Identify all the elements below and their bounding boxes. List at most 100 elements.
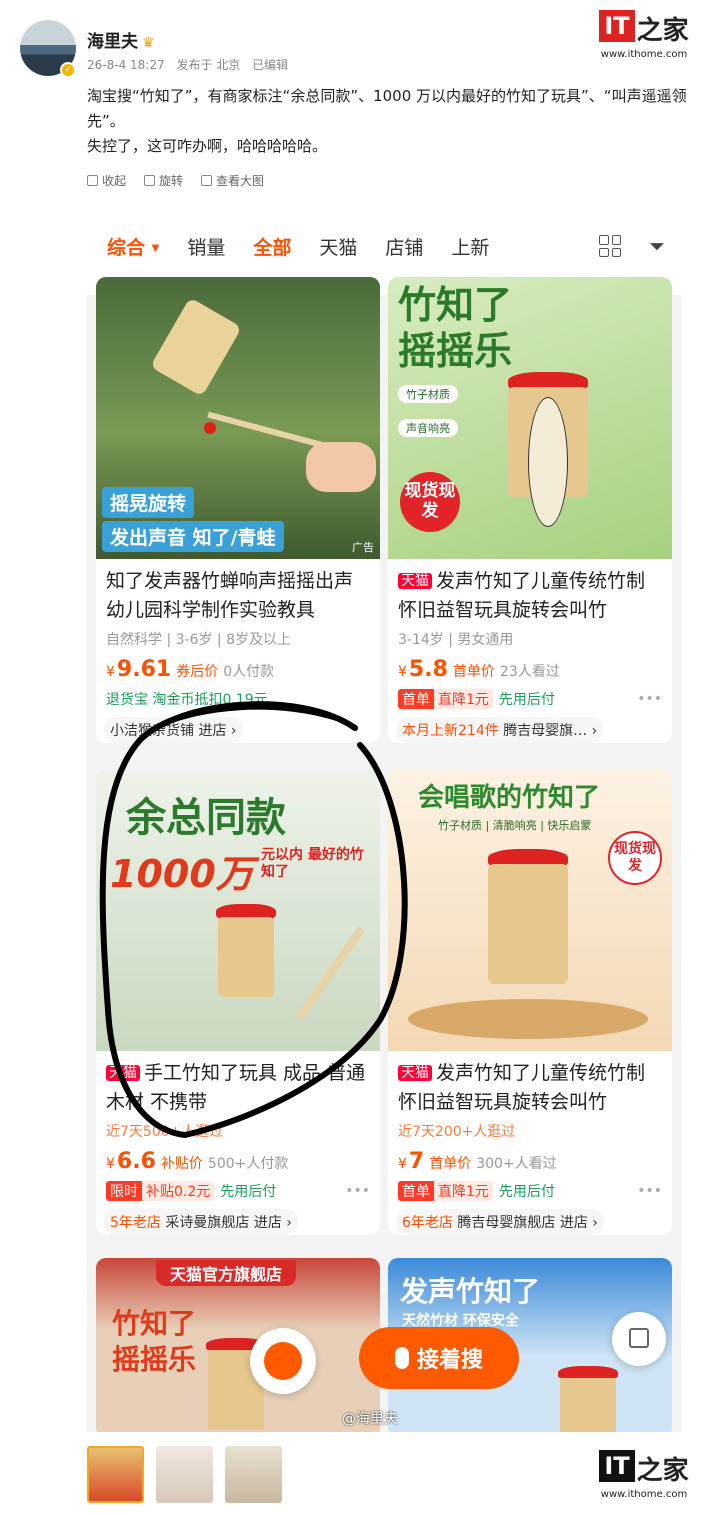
- collapse-icon: [87, 175, 98, 186]
- overlay-title: 竹知了: [112, 1307, 197, 1340]
- edit-icon: [629, 1328, 649, 1348]
- overlay-subtitle: 元以内 最好的竹知了: [261, 847, 364, 880]
- thumbnail-1[interactable]: [87, 1446, 144, 1503]
- view-large-button[interactable]: 查看大图: [201, 172, 264, 189]
- post-text: 淘宝搜“竹知了”，有商家标注“余总同款”、1000 万以内最好的竹知了玩具”、“…: [87, 84, 692, 159]
- price: 6.6: [116, 1149, 156, 1174]
- image-actions: 收起 旋转 查看大图: [87, 172, 264, 189]
- tmall-badge: 天猫: [398, 1065, 432, 1081]
- product-card[interactable]: 余总同款 1000万 元以内 最好的竹知了 天猫 手工竹知了玩具 成品 普通木材 …: [96, 769, 380, 1235]
- tab-tmall[interactable]: 天猫: [319, 233, 357, 260]
- ad-label: 广告: [352, 541, 374, 554]
- promo-row: 首单 直降1元 先用后付 •••: [388, 1178, 672, 1204]
- product-card[interactable]: 竹知了 摇摇乐 竹子材质 声音响亮 现货现发 天猫 发声竹知了儿童传统竹制怀旧益智…: [388, 277, 672, 743]
- feature-badge: 声音响亮: [398, 419, 458, 437]
- more-icon[interactable]: •••: [637, 1183, 662, 1199]
- ithome-logo: IT 之家 www.ithome.com: [598, 10, 690, 60]
- rotate-icon: [144, 175, 156, 186]
- edit-button[interactable]: [612, 1312, 666, 1366]
- more-icon[interactable]: •••: [637, 691, 662, 707]
- product-tags: 近7天500+人逛过: [106, 1124, 224, 1140]
- sold-count: 500+人付款: [207, 1156, 289, 1172]
- weibo-watermark: @海里夫: [342, 1411, 398, 1427]
- overlay-title: 1000万: [110, 852, 254, 896]
- product-card[interactable]: 天猫官方旗舰店 竹知了 摇摇乐: [96, 1258, 380, 1432]
- product-title[interactable]: 天猫 手工竹知了玩具 成品 普通木材 不携带: [96, 1051, 380, 1117]
- shop-link[interactable]: 本月上新214件 腾吉母婴旗… ›: [396, 717, 604, 743]
- overlay-label: 发出声音 知了/青蛙: [102, 521, 284, 552]
- product-image[interactable]: 天猫官方旗舰店 竹知了 摇摇乐: [96, 1258, 380, 1432]
- username-text[interactable]: 海里夫: [87, 32, 138, 52]
- product-tags: 3-14岁 | 男女通用: [398, 632, 514, 648]
- overlay-title: 竹知了: [398, 283, 513, 327]
- price-row: ¥6.6 补贴价 500+人付款: [106, 1149, 289, 1174]
- post-time: 26-8-4 18:27: [87, 58, 165, 72]
- product-title[interactable]: 知了发声器竹蝉响声摇摇出声幼儿园科学制作实验教具: [96, 559, 380, 625]
- grid-view-icon[interactable]: [599, 235, 621, 257]
- instock-badge: 现货现发: [608, 831, 662, 885]
- shop-link[interactable]: 5年老店 采诗曼旗舰店 进店 ›: [104, 1209, 298, 1235]
- promo-row: 退货宝 淘金币抵扣0.19元: [106, 692, 268, 708]
- overlay-title: 余总同款: [126, 795, 286, 841]
- mic-icon: [394, 1347, 409, 1369]
- thumbnail-3[interactable]: [225, 1446, 282, 1503]
- view-large-icon: [201, 175, 213, 186]
- sold-count: 300+人看过: [476, 1156, 557, 1172]
- tab-all[interactable]: 全部: [253, 233, 291, 260]
- product-card[interactable]: 摇晃旋转 发出声音 知了/青蛙 广告 知了发声器竹蝉响声摇摇出声幼儿园科学制作实…: [96, 277, 380, 743]
- thumbnail-2[interactable]: [156, 1446, 213, 1503]
- post-edited[interactable]: 已编辑: [252, 58, 288, 72]
- product-tags: 自然科学 | 3-6岁 | 8岁及以上: [106, 632, 292, 648]
- product-image[interactable]: 会唱歌的竹知了 竹子材质 | 清脆响亮 | 快乐启蒙 现货现发: [388, 769, 672, 1051]
- tmall-badge: 天猫: [398, 573, 432, 589]
- price: 9.61: [116, 657, 172, 682]
- logo-it: IT: [599, 1450, 635, 1482]
- overlay-subtitle: 竹子材质 | 清脆响亮 | 快乐启蒙: [438, 819, 592, 832]
- shop-link[interactable]: 6年老店 腾吉母婴旗舰店 进店 ›: [396, 1209, 604, 1235]
- instock-badge: 现货现发: [400, 472, 460, 532]
- overlay-label: 摇晃旋转: [102, 487, 195, 518]
- taobao-screenshot: 综合 ▼ 销量 全部 天猫 店铺 上新 ⏷ 摇晃旋转 发出声音 知了/青蛙 广告…: [87, 197, 681, 1432]
- overlay-title: 会唱歌的竹知了: [418, 783, 601, 813]
- product-tags: 近7天200+人逛过: [398, 1124, 516, 1140]
- post-location: 发布于 北京: [176, 58, 241, 72]
- more-icon[interactable]: •••: [345, 1183, 370, 1199]
- feature-badge: 竹子材质: [398, 385, 458, 403]
- keyboard-icon: [264, 1342, 302, 1380]
- price: 5.8: [408, 657, 448, 682]
- verified-icon: ✓: [60, 62, 76, 78]
- post-meta: 26-8-4 18:27 发布于 北京 已编辑: [87, 56, 296, 73]
- product-image[interactable]: 摇晃旋转 发出声音 知了/青蛙 广告: [96, 277, 380, 559]
- logo-zh: 之家: [636, 1456, 689, 1486]
- continue-search-button[interactable]: 接着搜: [359, 1327, 519, 1389]
- overlay-title: 摇摇乐: [398, 329, 513, 373]
- post-text-line1: 淘宝搜“竹知了”，有商家标注“余总同款”、1000 万以内最好的竹知了玩具”、“…: [87, 87, 687, 130]
- product-title[interactable]: 天猫 发声竹知了儿童传统竹制怀旧益智玩具旋转会叫竹: [388, 1051, 672, 1117]
- product-title[interactable]: 天猫 发声竹知了儿童传统竹制怀旧益智玩具旋转会叫竹: [388, 559, 672, 625]
- overlay-title: 天猫官方旗舰店: [156, 1260, 297, 1286]
- tmall-badge: 天猫: [106, 1065, 140, 1081]
- price-row: ¥7 首单价 300+人看过: [398, 1149, 557, 1174]
- keyboard-button[interactable]: [250, 1328, 316, 1394]
- overlay-title: 发声竹知了: [400, 1275, 541, 1308]
- tab-sales[interactable]: 销量: [187, 233, 225, 260]
- price-row: ¥9.61 券后价 0人付款: [106, 657, 275, 682]
- product-image[interactable]: 竹知了 摇摇乐 竹子材质 声音响亮 现货现发: [388, 277, 672, 559]
- tab-shop[interactable]: 店铺: [385, 233, 423, 260]
- tab-zonghe[interactable]: 综合 ▼: [107, 233, 159, 260]
- shop-link[interactable]: 小洁猴杂货铺 进店 ›: [104, 717, 243, 743]
- collapse-button[interactable]: 收起: [87, 172, 126, 189]
- product-card[interactable]: 会唱歌的竹知了 竹子材质 | 清脆响亮 | 快乐启蒙 现货现发 天猫 发声竹知了儿…: [388, 769, 672, 1235]
- logo-it: IT: [599, 10, 635, 42]
- logo-url: www.ithome.com: [600, 49, 688, 60]
- filter-icon[interactable]: ⏷: [649, 235, 671, 257]
- tab-new[interactable]: 上新: [451, 233, 489, 260]
- username[interactable]: 海里夫 ♛: [87, 27, 155, 52]
- rotate-button[interactable]: 旋转: [144, 172, 183, 189]
- product-image[interactable]: 余总同款 1000万 元以内 最好的竹知了: [96, 769, 380, 1051]
- promo-row: 首单 直降1元 先用后付 •••: [388, 686, 672, 712]
- crown-icon: ♛: [142, 35, 155, 51]
- post-header: ✓ 海里夫 ♛ 26-8-4 18:27 发布于 北京 已编辑 IT 之家 www.…: [0, 0, 702, 160]
- thumbnail-strip: [87, 1446, 282, 1503]
- post-text-line2: 失控了，这可咋办啊，哈哈哈哈哈。: [87, 137, 328, 155]
